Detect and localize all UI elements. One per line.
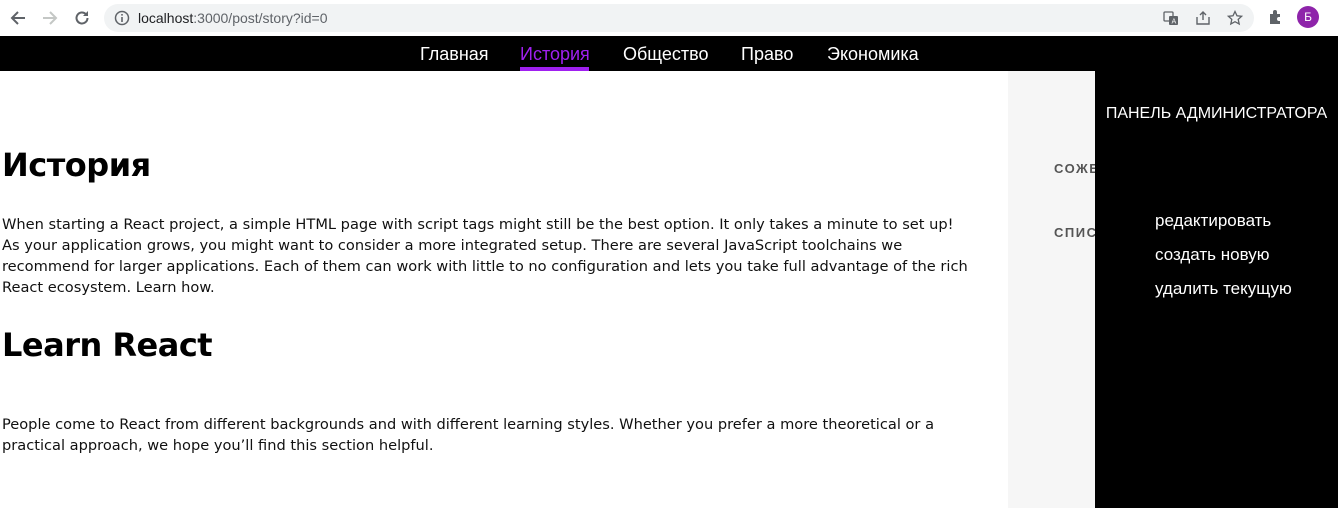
section-heading: Learn React	[2, 326, 213, 364]
url-path: :3000/post/story?id=0	[193, 10, 328, 26]
url-text[interactable]: localhost:3000/post/story?id=0	[138, 10, 328, 26]
delete-current-link[interactable]: удалить текущую	[1155, 279, 1292, 299]
sidebar-column: СОЖЕ СПИС	[1008, 71, 1095, 508]
intro-line-1: When starting a React project, a simple …	[2, 216, 954, 233]
share-icon[interactable]	[1195, 10, 1211, 26]
reload-button[interactable]	[70, 6, 94, 30]
admin-panel: ПАНЕЛЬ АДМИНИСТРАТОРА редактировать созд…	[1095, 71, 1338, 508]
extensions-puzzle-icon[interactable]	[1267, 8, 1285, 30]
browser-toolbar: localhost:3000/post/story?id=0 A Б	[0, 0, 1338, 36]
nav-item-history[interactable]: История	[520, 44, 590, 65]
edit-link[interactable]: редактировать	[1155, 211, 1271, 231]
url-host: localhost	[138, 10, 194, 26]
arrow-left-icon	[10, 11, 25, 25]
nav-item-economy[interactable]: Экономика	[827, 44, 919, 65]
article-content: История When starting a React project, a…	[0, 71, 1008, 508]
site-nav: Главная История Общество Право Экономика	[0, 36, 1338, 71]
profile-avatar[interactable]: Б	[1297, 6, 1319, 28]
intro-line-2: As your application grows, you might wan…	[2, 237, 968, 296]
nav-item-law[interactable]: Право	[741, 44, 793, 65]
svg-text:A: A	[1172, 18, 1177, 26]
translate-icon[interactable]: A	[1163, 10, 1179, 26]
page-title: История	[2, 146, 151, 184]
intro-paragraph: When starting a React project, a simple …	[2, 214, 1002, 298]
create-new-link[interactable]: создать новую	[1155, 245, 1270, 265]
nav-item-society[interactable]: Общество	[623, 44, 709, 65]
forward-button[interactable]	[38, 6, 62, 30]
arrow-right-icon	[43, 11, 58, 25]
admin-panel-title: ПАНЕЛЬ АДМИНИСТРАТОРА	[1105, 105, 1328, 122]
sidebar-heading-2: СПИС	[1054, 225, 1095, 240]
learn-paragraph: People come to React from different back…	[2, 416, 935, 454]
nav-item-home[interactable]: Главная	[420, 44, 489, 65]
bookmark-star-icon[interactable]	[1226, 9, 1244, 26]
reload-icon	[75, 11, 89, 25]
address-bar[interactable]: localhost:3000/post/story?id=0 A	[104, 4, 1254, 32]
sidebar-heading-1: СОЖЕ	[1054, 161, 1095, 176]
back-button[interactable]	[6, 6, 30, 30]
info-icon[interactable]	[114, 10, 130, 30]
